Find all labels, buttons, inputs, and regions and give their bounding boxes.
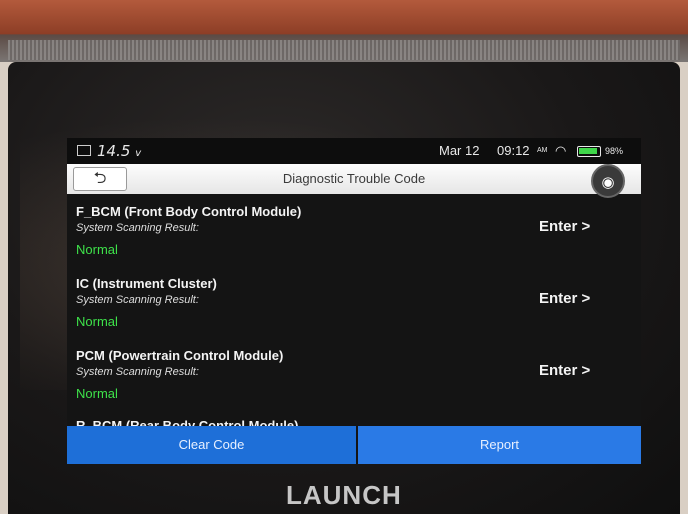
- module-name: IC (Instrument Cluster): [76, 276, 217, 291]
- enter-button[interactable]: Enter >: [539, 290, 590, 307]
- action-bar: Clear Code Report: [67, 426, 641, 464]
- status-time: 09:12: [497, 143, 530, 158]
- clear-code-button[interactable]: Clear Code: [67, 426, 356, 464]
- status-bar: 14.5 v Mar 12 09:12 AM ◠ 98%: [67, 138, 641, 164]
- battery-icon: [577, 146, 601, 157]
- camera-icon: ◉: [601, 174, 615, 191]
- scan-result-status: Normal: [76, 242, 118, 257]
- enter-button[interactable]: Enter >: [539, 362, 590, 379]
- module-name: PCM (Powertrain Control Module): [76, 348, 284, 363]
- list-item-f-bcm[interactable]: F_BCM (Front Body Control Module) System…: [67, 194, 641, 266]
- report-button[interactable]: Report: [358, 426, 641, 464]
- brand-logo: LAUNCH: [286, 480, 402, 510]
- vehicle-battery-icon: [77, 145, 91, 156]
- scan-result-label: System Scanning Result:: [76, 366, 199, 378]
- module-name: R_BCM (Rear Body Control Module): [76, 418, 299, 426]
- status-date: Mar 12: [439, 143, 480, 158]
- module-name: F_BCM (Front Body Control Module): [76, 204, 302, 219]
- scan-result-status: Normal: [76, 314, 118, 329]
- battery-percent: 98%: [605, 146, 624, 156]
- list-item-ic[interactable]: IC (Instrument Cluster) System Scanning …: [67, 266, 641, 338]
- scan-result-label: System Scanning Result:: [76, 222, 199, 234]
- device-top-edge: [0, 0, 688, 62]
- list-item-r-bcm[interactable]: R_BCM (Rear Body Control Module): [67, 410, 641, 426]
- screenshot-button[interactable]: ◉: [591, 164, 625, 198]
- wifi-icon: ◠: [555, 143, 567, 158]
- module-list: F_BCM (Front Body Control Module) System…: [67, 194, 641, 426]
- list-item-pcm[interactable]: PCM (Powertrain Control Module) System S…: [67, 338, 641, 410]
- scan-result-label: System Scanning Result:: [76, 294, 199, 306]
- status-ampm: AM: [537, 147, 548, 154]
- enter-button[interactable]: Enter >: [539, 218, 590, 235]
- device-screen: 14.5 v Mar 12 09:12 AM ◠ 98% ⮌ Diagnosti…: [67, 138, 641, 464]
- scan-result-status: Normal: [76, 386, 118, 401]
- title-bar: ⮌ Diagnostic Trouble Code ◉: [67, 164, 641, 198]
- voltage-readout: 14.5 v: [97, 142, 142, 160]
- page-title: Diagnostic Trouble Code: [282, 171, 426, 186]
